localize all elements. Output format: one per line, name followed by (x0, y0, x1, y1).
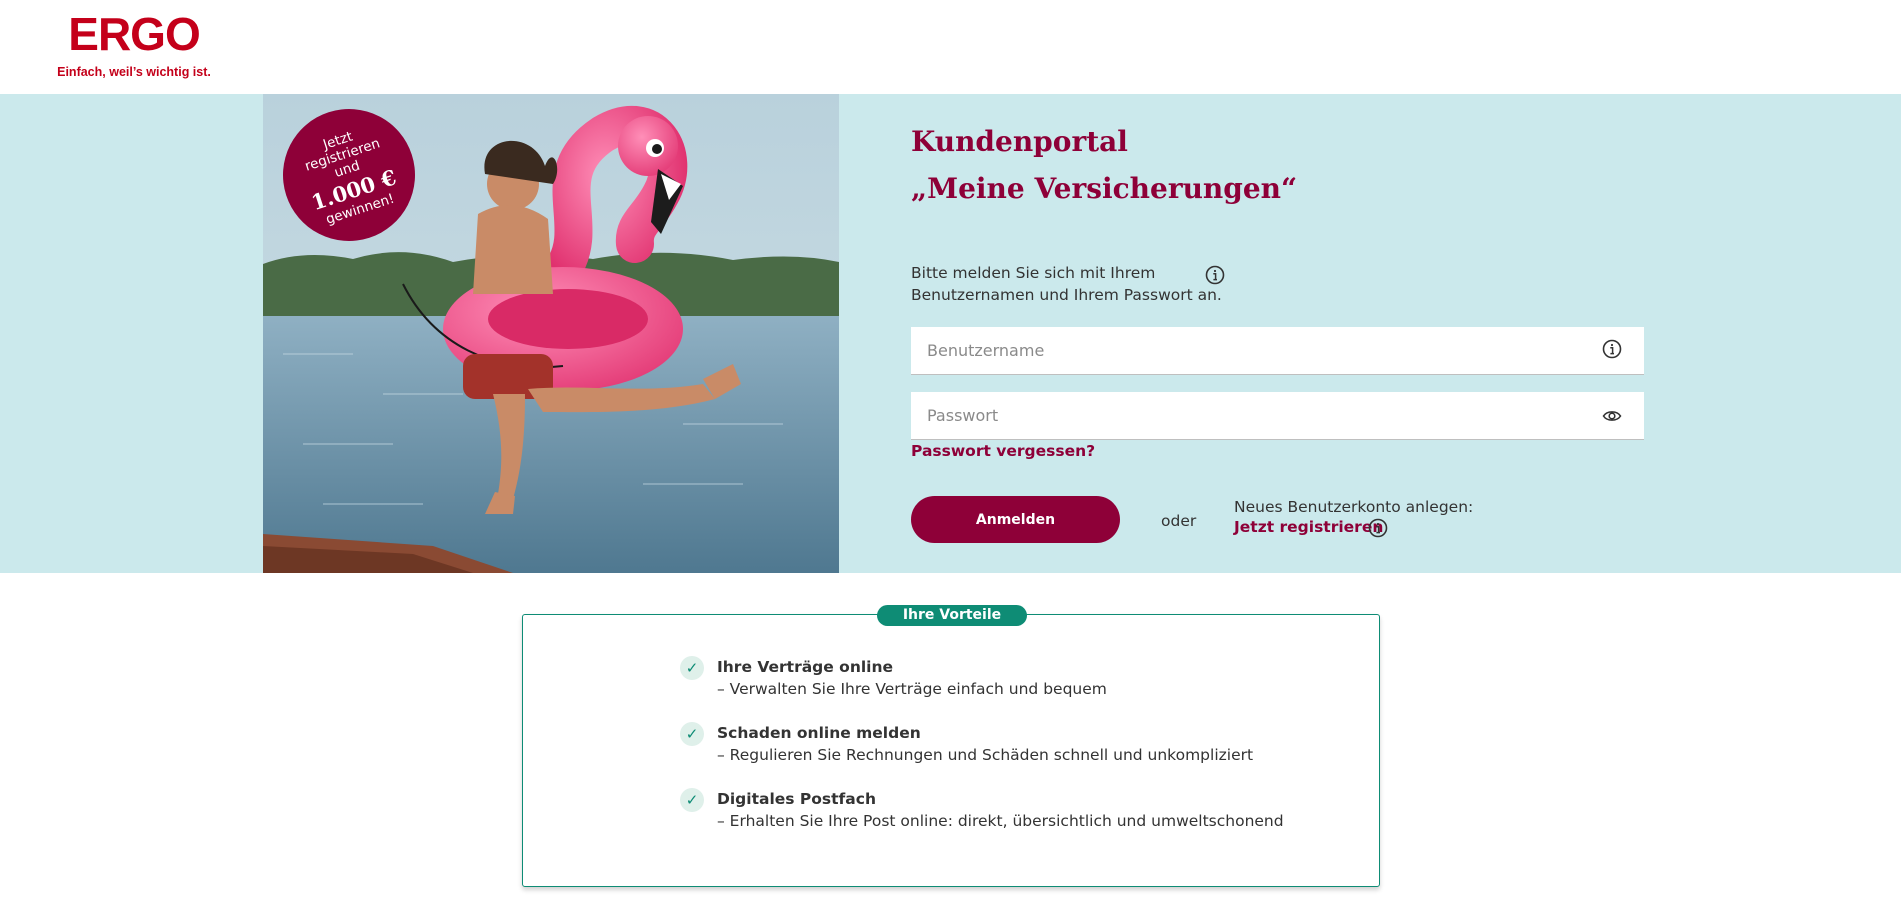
check-icon: ✓ (680, 656, 704, 680)
logo-claim: Einfach, weil’s wichtig ist. (57, 65, 211, 79)
benefit-description: – Regulieren Sie Rechnungen und Schäden … (717, 746, 1254, 764)
username-field (911, 327, 1644, 375)
benefits-heading: Ihre Vorteile (877, 605, 1027, 626)
or-label: oder (1161, 512, 1197, 530)
login-intro-text: Bitte melden Sie sich mit Ihrem Benutzer… (911, 264, 1222, 304)
password-field (911, 392, 1644, 440)
benefit-description: – Erhalten Sie Ihre Post online: direkt,… (717, 812, 1284, 830)
page-title-line-1: Kundenportal (911, 125, 1128, 158)
site-header: ERGO Einfach, weil’s wichtig ist. (0, 0, 1901, 94)
info-circle-icon[interactable] (1205, 265, 1225, 289)
check-icon: ✓ (680, 788, 704, 812)
login-button[interactable]: Anmelden (911, 496, 1120, 543)
info-circle-icon[interactable] (1368, 518, 1388, 542)
check-icon: ✓ (680, 722, 704, 746)
password-input[interactable] (911, 392, 1571, 438)
page-title-line-2: „Meine Versicherungen“ (911, 172, 1298, 205)
register-link[interactable]: Jetzt registrieren (1234, 518, 1383, 536)
benefits-box: Ihre Vorteile ✓ Ihre Verträge online – V… (522, 605, 1380, 887)
forgot-password-link[interactable]: Passwort vergessen? (911, 442, 1095, 460)
logo-wordmark: ERGO (68, 8, 200, 60)
hero-photo: Jetzt registrieren und 1.000 € gewinnen! (263, 94, 839, 573)
hero-section: Jetzt registrieren und 1.000 € gewinnen!… (0, 94, 1901, 573)
login-panel: Kundenportal „Meine Versicherungen“ Bitt… (911, 94, 1644, 573)
eye-icon[interactable] (1602, 406, 1622, 430)
new-account-text: Neues Benutzerkonto anlegen: (1234, 498, 1474, 516)
benefit-title: Digitales Postfach (717, 790, 876, 808)
benefit-title: Schaden online melden (717, 724, 921, 742)
ergo-logo[interactable]: ERGO Einfach, weil’s wichtig ist. (54, 10, 214, 79)
page-title: Kundenportal „Meine Versicherungen“ (911, 118, 1297, 212)
benefit-title: Ihre Verträge online (717, 658, 894, 676)
info-circle-icon[interactable] (1602, 339, 1622, 363)
benefit-description: – Verwalten Sie Ihre Verträge einfach un… (717, 680, 1107, 698)
username-input[interactable] (911, 327, 1571, 373)
